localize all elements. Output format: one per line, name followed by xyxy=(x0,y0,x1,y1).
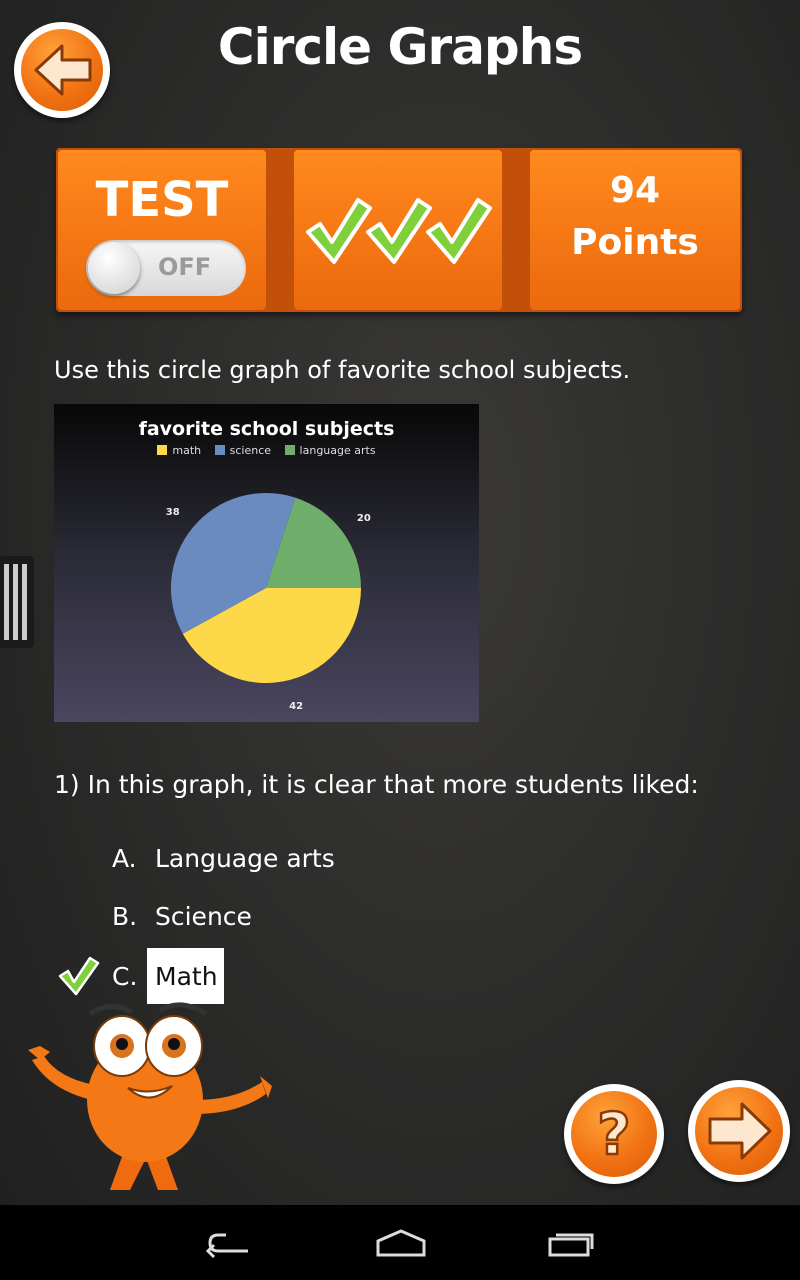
score-value: 94 xyxy=(609,170,661,211)
option-c-letter: C. xyxy=(112,962,138,991)
pie-label-math: 42 xyxy=(289,701,303,712)
checkmarks-icon xyxy=(306,198,492,264)
system-navigation-bar xyxy=(0,1205,800,1280)
question-text: 1) In this graph, it is clear that more … xyxy=(54,770,699,799)
test-mode-toggle[interactable]: OFF xyxy=(86,240,246,296)
back-nav-icon[interactable] xyxy=(206,1229,256,1259)
home-nav-icon[interactable] xyxy=(374,1229,428,1259)
option-a-letter: A. xyxy=(112,844,137,873)
status-panel: TEST OFF 94 Points xyxy=(56,148,742,312)
mascot-character xyxy=(28,1002,272,1190)
recent-apps-nav-icon[interactable] xyxy=(546,1229,596,1259)
toggle-state-label: OFF xyxy=(158,253,212,281)
svg-text:?: ? xyxy=(597,1100,631,1168)
pie-label-science: 38 xyxy=(166,507,180,518)
option-c[interactable]: Math xyxy=(155,962,218,991)
option-b[interactable]: Science xyxy=(155,902,252,931)
grip-icon xyxy=(4,564,27,640)
option-a[interactable]: Language arts xyxy=(155,844,335,873)
pie-plot: 42 38 20 xyxy=(166,493,371,712)
help-button[interactable]: ? xyxy=(564,1084,664,1184)
progress-panel xyxy=(294,150,502,310)
option-b-letter: B. xyxy=(112,902,138,931)
score-label: Points xyxy=(571,222,699,263)
pie-chart: favorite school subjects math science la… xyxy=(54,404,479,722)
test-label: TEST xyxy=(95,172,229,228)
side-drawer-handle[interactable] xyxy=(0,556,34,648)
question-prompt: Use this circle graph of favorite school… xyxy=(54,356,631,384)
score-panel: 94 Points xyxy=(530,150,740,310)
next-button[interactable] xyxy=(688,1080,790,1182)
question-mark-icon: ? xyxy=(596,1099,632,1170)
pie-label-language-arts: 20 xyxy=(357,513,371,524)
page-title: Circle Graphs xyxy=(217,18,583,76)
arrow-right-icon xyxy=(708,1102,772,1160)
test-mode-panel: TEST OFF xyxy=(58,150,266,310)
toggle-knob xyxy=(88,242,140,294)
